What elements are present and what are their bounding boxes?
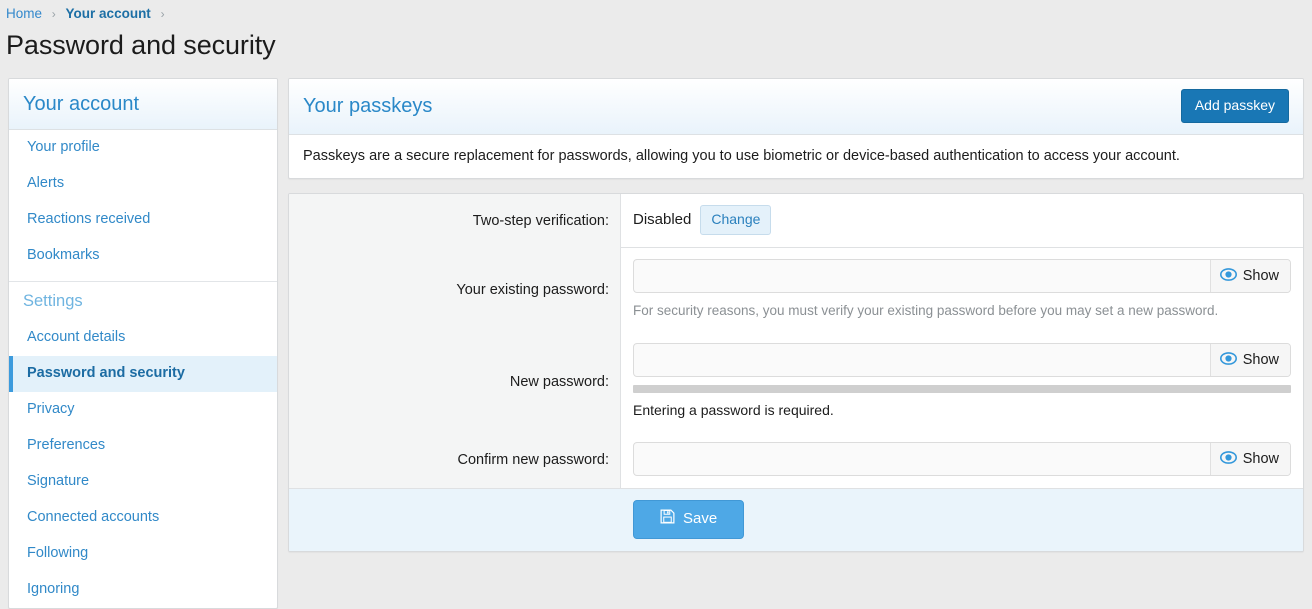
- confirm-password-field: Show: [621, 431, 1303, 488]
- sidebar-item-account-details[interactable]: Account details: [9, 320, 277, 356]
- sidebar-item-label: Following: [27, 545, 89, 561]
- password-form-panel: Two-step verification: Disabled Change Y…: [288, 193, 1304, 552]
- form-row-existing-password: Your existing password: Show For securit…: [289, 248, 1303, 332]
- form-footer: Save: [289, 488, 1303, 551]
- sidebar-item-label: Preferences: [27, 437, 106, 453]
- show-button-label: Show: [1242, 352, 1279, 368]
- sidebar-item-label: Your profile: [27, 139, 100, 155]
- main-content: Your passkeys Add passkey Passkeys are a…: [288, 78, 1304, 552]
- password-strength-bar: [633, 385, 1291, 393]
- passkeys-header: Your passkeys Add passkey: [289, 79, 1303, 135]
- confirm-password-show-button[interactable]: Show: [1209, 443, 1290, 475]
- sidebar-item-reactions-received[interactable]: Reactions received: [9, 202, 277, 238]
- new-password-field: Show Entering a password is required.: [621, 332, 1303, 431]
- sidebar-item-label: Signature: [27, 473, 90, 489]
- existing-password-input[interactable]: [634, 260, 1210, 292]
- passkeys-description: Passkeys are a secure replacement for pa…: [303, 148, 1180, 164]
- sidebar-item-label: Bookmarks: [27, 247, 100, 263]
- sidebar-item-label: Password and security: [27, 365, 185, 381]
- sidebar-item-preferences[interactable]: Preferences: [9, 428, 277, 464]
- confirm-password-label: Confirm new password:: [289, 431, 621, 488]
- sidebar-item-your-profile[interactable]: Your profile: [9, 130, 277, 166]
- show-button-label: Show: [1242, 268, 1279, 284]
- two-step-status-value: Disabled: [633, 211, 692, 228]
- breadcrumb-separator-icon-2: ›: [160, 7, 165, 21]
- save-button[interactable]: Save: [633, 500, 745, 539]
- sidebar-item-privacy[interactable]: Privacy: [9, 392, 277, 428]
- password-strength-message: Entering a password is required.: [633, 402, 834, 418]
- new-password-input-group: Show: [633, 343, 1291, 377]
- passkeys-title: Your passkeys: [303, 95, 433, 117]
- show-button-label: Show: [1242, 451, 1279, 467]
- sidebar-item-label: Connected accounts: [27, 509, 160, 525]
- confirm-password-input[interactable]: [634, 443, 1210, 475]
- existing-password-hint: For security reasons, you must verify yo…: [633, 303, 1219, 318]
- breadcrumb-separator-icon: ›: [51, 7, 56, 21]
- two-step-verification-field: Disabled Change: [621, 194, 1303, 248]
- page-title: Password and security: [6, 30, 276, 60]
- add-passkey-button[interactable]: Add passkey: [1180, 89, 1289, 123]
- form-row-two-step-verification: Two-step verification: Disabled Change: [289, 194, 1303, 248]
- sidebar-item-password-and-security[interactable]: Password and security: [9, 356, 277, 392]
- sidebar-item-label: Reactions received: [27, 211, 151, 227]
- sidebar-item-label: Ignoring: [27, 581, 80, 597]
- sidebar-item-following[interactable]: Following: [9, 536, 277, 572]
- existing-password-field: Show For security reasons, you must veri…: [621, 248, 1303, 332]
- sidebar-item-signature[interactable]: Signature: [9, 464, 277, 500]
- sidebar-item-connected-accounts[interactable]: Connected accounts: [9, 500, 277, 536]
- save-button-label: Save: [683, 510, 718, 527]
- two-step-verification-control: Disabled Change: [633, 205, 1291, 235]
- form-row-confirm-password: Confirm new password: Show: [289, 431, 1303, 488]
- sidebar-item-alerts[interactable]: Alerts: [9, 166, 277, 202]
- sidebar-item-label: Account details: [27, 329, 126, 345]
- sidebar-item-label: Alerts: [27, 175, 65, 191]
- eye-icon: [1219, 267, 1237, 285]
- existing-password-input-group: Show: [633, 259, 1291, 293]
- breadcrumb-item-your-account[interactable]: Your account: [66, 6, 151, 21]
- sidebar-item-ignoring[interactable]: Ignoring: [9, 572, 277, 608]
- confirm-password-input-group: Show: [633, 442, 1291, 476]
- eye-icon: [1219, 450, 1237, 468]
- sidebar-item-bookmarks[interactable]: Bookmarks: [9, 238, 277, 274]
- two-step-verification-label: Two-step verification:: [289, 194, 621, 248]
- existing-password-label: Your existing password:: [289, 248, 621, 332]
- sidebar-header: Your account: [9, 79, 277, 130]
- passkeys-panel: Your passkeys Add passkey Passkeys are a…: [288, 78, 1304, 179]
- sidebar-item-label: Privacy: [27, 401, 75, 417]
- new-password-label: New password:: [289, 332, 621, 431]
- floppy-disk-icon: [660, 509, 675, 529]
- breadcrumb-item-home[interactable]: Home: [6, 6, 42, 21]
- eye-icon: [1219, 351, 1237, 369]
- sidebar: Your account Your profile Alerts Reactio…: [8, 78, 278, 609]
- form-row-new-password: New password: Show Entering a password i…: [289, 332, 1303, 431]
- sidebar-section-settings: Settings: [9, 281, 277, 320]
- page-layout: Your account Your profile Alerts Reactio…: [8, 78, 1304, 609]
- new-password-input[interactable]: [634, 344, 1210, 376]
- change-two-step-button[interactable]: Change: [700, 205, 772, 235]
- new-password-show-button[interactable]: Show: [1209, 344, 1290, 376]
- breadcrumb: Home › Your account ›: [0, 0, 1312, 22]
- existing-password-show-button[interactable]: Show: [1209, 260, 1290, 292]
